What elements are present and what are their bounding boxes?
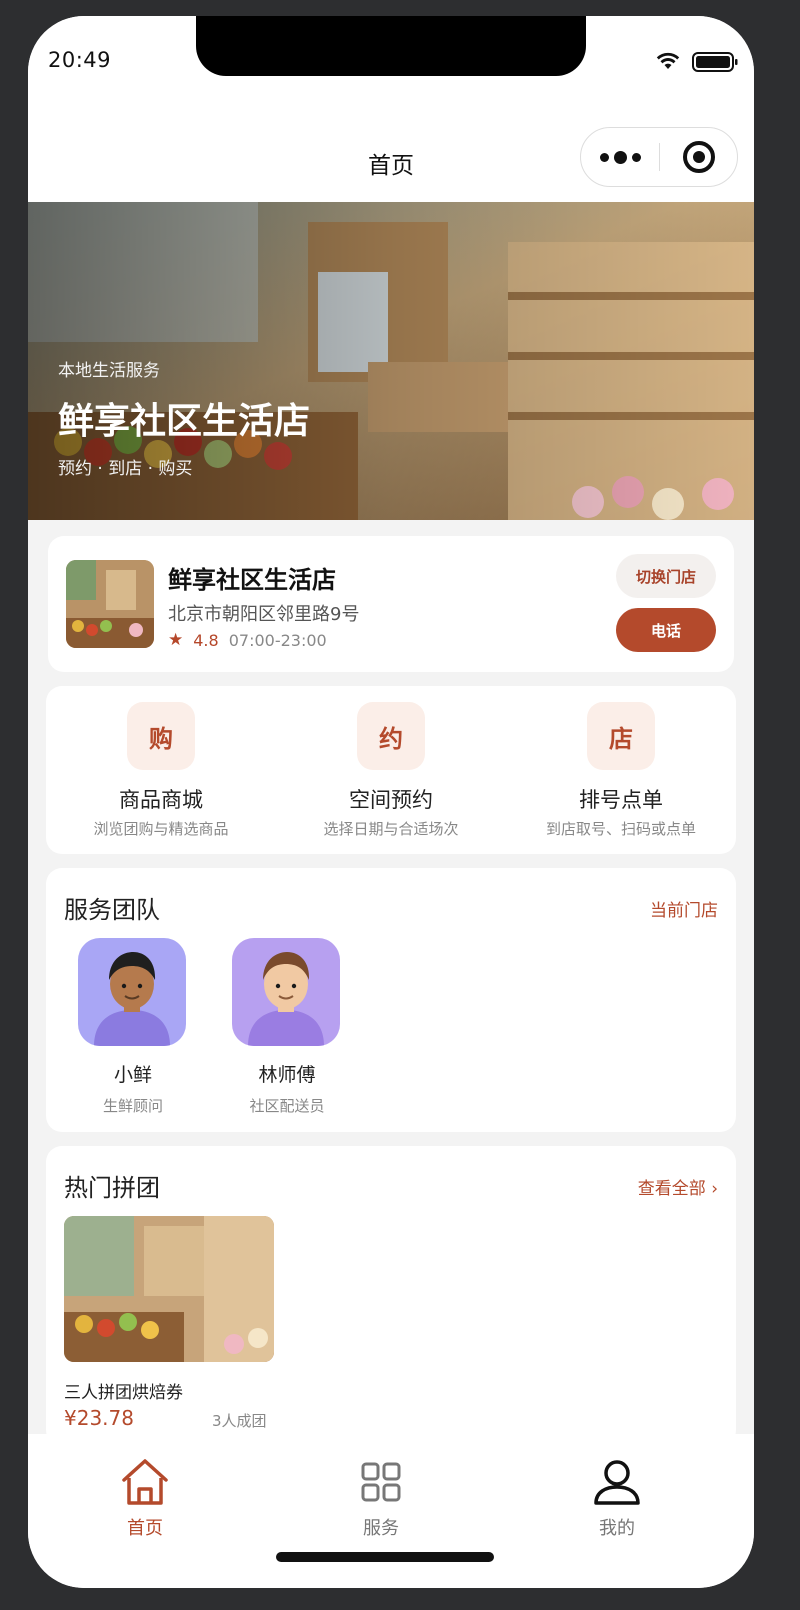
entry-reservation[interactable]: 约 空间预约 选择日期与合适场次: [276, 686, 506, 854]
home-indicator[interactable]: [276, 1552, 494, 1562]
store-meta: ★ 4.8 07:00-23:00: [168, 630, 327, 650]
entry-queue-order[interactable]: 店 排号点单 到店取号、扫码或点单: [506, 686, 736, 854]
current-store-link[interactable]: 当前门店: [650, 896, 718, 921]
call-button[interactable]: 电话: [616, 608, 716, 652]
member-name: 林师傅: [258, 1064, 316, 1086]
entry-title: 排号点单: [579, 788, 663, 812]
service-team-card: 服务团队 当前门店 小鲜 生鲜顾问 林师傅 社区配送员: [46, 868, 736, 1132]
service-entries-card: 购 商品商城 浏览团购与精选商品 约 空间预约 选择日期与合适场次 店 排号点单…: [46, 686, 736, 854]
team-member[interactable]: 林师傅 社区配送员: [232, 938, 342, 1116]
close-target-icon[interactable]: [660, 128, 737, 186]
member-role: 生鲜顾问: [102, 1097, 163, 1115]
switch-store-button[interactable]: 切换门店: [616, 554, 716, 598]
hot-groupbuy-card: 热门拼团 查看全部 › 三人拼团烘焙券 ¥23.78 3人成团: [46, 1146, 736, 1446]
entry-title: 商品商城: [119, 788, 203, 812]
device-notch: [196, 16, 586, 76]
hero-banner: 本地生活服务 鲜享社区生活店 预约 · 到店 · 购买: [28, 202, 754, 520]
store-hours: 07:00-23:00: [228, 630, 327, 650]
tab-label: 服务: [363, 1518, 399, 1539]
status-time: 20:49: [48, 48, 112, 72]
member-role: 社区配送员: [249, 1097, 325, 1115]
tab-label: 我的: [599, 1518, 635, 1539]
groupbuy-item-name: 三人拼团烘焙券: [64, 1383, 183, 1403]
reservation-badge-icon: 约: [357, 702, 425, 770]
hero-subtitle: 预约 · 到店 · 购买: [58, 459, 193, 479]
nav-bar: 首页: [28, 106, 754, 202]
avatar: [78, 938, 186, 1046]
star-icon: ★: [168, 630, 184, 650]
section-title: 服务团队: [64, 896, 160, 924]
groupbuy-item-image[interactable]: [64, 1216, 274, 1362]
more-dots-icon[interactable]: [581, 128, 659, 186]
user-icon: [594, 1460, 640, 1505]
hero-kicker: 本地生活服务: [58, 361, 160, 381]
entry-description: 到店取号、扫码或点单: [545, 820, 696, 838]
entry-description: 浏览团购与精选商品: [93, 820, 229, 838]
store-name: 鲜享社区生活店: [168, 566, 336, 594]
grid-icon: [361, 1462, 401, 1502]
tab-services[interactable]: 服务: [321, 1456, 441, 1540]
tab-home[interactable]: 首页: [85, 1456, 205, 1540]
view-all-link[interactable]: 查看全部 ›: [638, 1174, 718, 1199]
store-info-card: 鲜享社区生活店 北京市朝阳区邻里路9号 ★ 4.8 07:00-23:00 切换…: [48, 536, 734, 672]
phone-frame: 20:49 首页 本地生活服务 鲜享社区生活店 预约 · 到店 · 购买 鲜享社…: [28, 16, 754, 1588]
groupbuy-item-price: ¥23.78: [64, 1406, 134, 1430]
groupbuy-item-people: 3人成团: [212, 1412, 267, 1430]
avatar: [232, 938, 340, 1046]
store-rating: 4.8: [193, 630, 219, 650]
store-thumbnail: [66, 560, 154, 648]
store-badge-icon: 店: [587, 702, 655, 770]
tab-bar: 首页 服务 我的: [28, 1434, 754, 1588]
tab-profile[interactable]: 我的: [557, 1456, 677, 1540]
shop-badge-icon: 购: [127, 702, 195, 770]
wifi-icon: [656, 52, 680, 69]
team-member[interactable]: 小鲜 生鲜顾问: [78, 938, 188, 1116]
entry-shop[interactable]: 购 商品商城 浏览团购与精选商品: [46, 686, 276, 854]
entry-title: 空间预约: [349, 788, 433, 812]
store-address: 北京市朝阳区邻里路9号: [168, 604, 360, 625]
tab-label: 首页: [127, 1518, 163, 1539]
hero-title: 鲜享社区生活店: [58, 401, 311, 442]
battery-icon: [692, 52, 738, 72]
entry-description: 选择日期与合适场次: [323, 820, 459, 838]
miniprogram-capsule: [580, 127, 738, 187]
section-title: 热门拼团: [64, 1174, 160, 1202]
home-icon: [122, 1459, 168, 1505]
member-name: 小鲜: [113, 1064, 152, 1086]
